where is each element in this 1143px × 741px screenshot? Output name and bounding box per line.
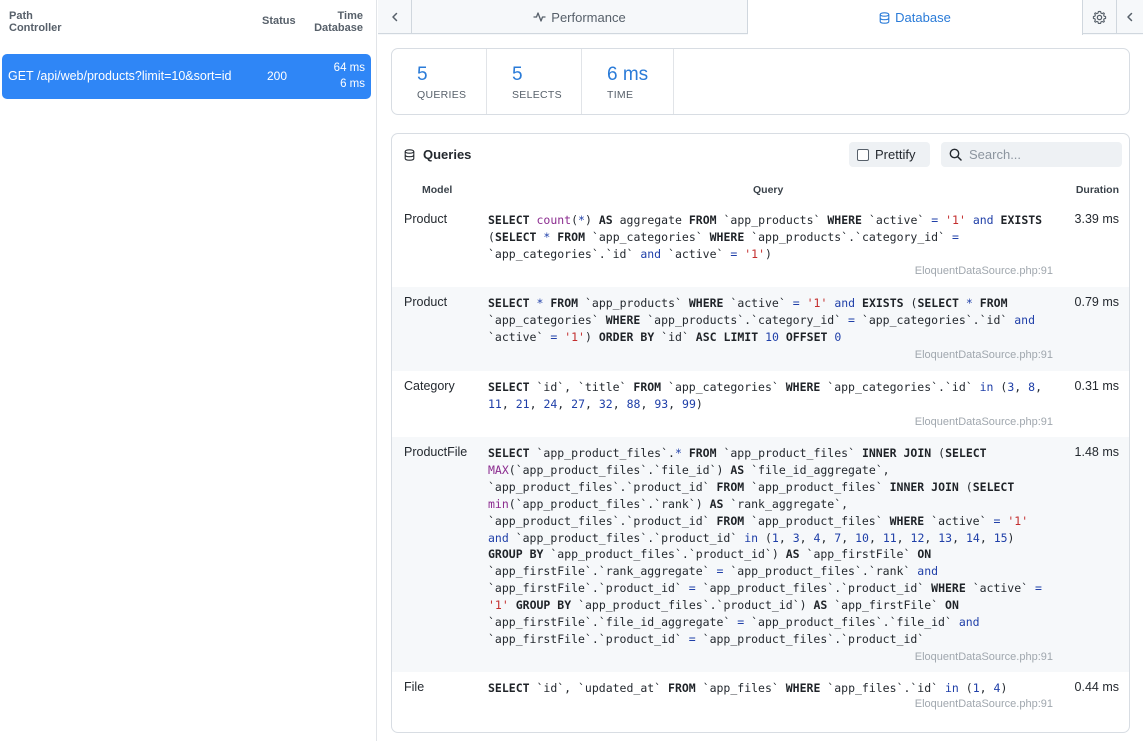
query-duration: 3.39 ms (1074, 212, 1119, 226)
database-icon (879, 11, 890, 24)
query-row: Product SELECT * FROM `app_products` WHE… (392, 287, 1129, 371)
query-duration: 0.44 ms (1074, 680, 1119, 694)
query-model: Product (404, 295, 448, 309)
stat-queries-label: QUERIES (417, 89, 467, 101)
queries-title: Queries (404, 147, 471, 162)
controller-label: Controller (9, 22, 62, 34)
database-label: Database (314, 22, 363, 34)
detail-pane: Performance Database 5 QUERIES 5 SELECTS… (378, 0, 1143, 741)
query-row: File SELECT `id`, `updated_at` FROM `app… (392, 672, 1129, 732)
activity-icon (533, 12, 546, 22)
query-source[interactable]: EloquentDataSource.php:91 (915, 416, 1053, 428)
chevron-left-icon (1127, 12, 1133, 22)
tab-performance-label: Performance (551, 9, 626, 25)
query-source[interactable]: EloquentDataSource.php:91 (915, 698, 1053, 710)
request-path: GET /api/web/products?limit=10&sort=id (8, 69, 232, 83)
chevron-left-icon (391, 12, 397, 22)
request-status: 200 (267, 69, 288, 83)
stat-selects: 5 SELECTS (487, 49, 582, 114)
query-column-header: Query (753, 184, 784, 196)
time-label: Time (337, 10, 363, 22)
query-duration: 0.79 ms (1074, 295, 1119, 309)
query-source[interactable]: EloquentDataSource.php:91 (915, 349, 1053, 361)
search-input[interactable] (969, 147, 1114, 162)
request-total-time: 64 ms (333, 62, 365, 74)
status-column-header: Status (262, 15, 296, 27)
queries-card: Queries Prettify Model Query Duration Pr… (391, 133, 1130, 733)
query-source[interactable]: EloquentDataSource.php:91 (915, 651, 1053, 663)
query-row: Product SELECT count(*) AS aggregate FRO… (392, 204, 1129, 287)
prettify-toggle[interactable]: Prettify (849, 142, 930, 167)
gear-icon (1092, 10, 1107, 24)
back-button[interactable] (378, 0, 412, 34)
database-icon (404, 148, 415, 161)
stat-queries: 5 QUERIES (392, 49, 487, 114)
app-window: Path Controller Status Time Database GET… (0, 0, 1143, 741)
prettify-checkbox[interactable] (857, 148, 869, 161)
request-times: 64 ms 6 ms (334, 60, 365, 92)
query-model: Category (404, 379, 455, 393)
stat-time-value: 6 ms (607, 64, 649, 85)
request-db-time: 6 ms (340, 78, 365, 90)
query-row: Category SELECT `id`, `title` FROM `app_… (392, 371, 1129, 437)
prettify-label: Prettify (875, 147, 916, 162)
query-duration: 1.48 ms (1074, 445, 1119, 459)
request-row[interactable]: GET /api/web/products?limit=10&sort=id 2… (2, 54, 371, 99)
requests-header: Path Controller Status Time Database (0, 0, 376, 44)
requests-pane: Path Controller Status Time Database GET… (0, 0, 377, 741)
path-column-header: Path Controller (9, 10, 62, 34)
query-sql: SELECT `id`, `title` FROM `app_categorie… (488, 380, 1049, 411)
search-icon (949, 148, 962, 161)
collapse-button[interactable] (1117, 0, 1143, 34)
path-label: Path (9, 10, 33, 22)
settings-button[interactable] (1083, 0, 1117, 34)
stat-queries-value: 5 (417, 64, 428, 85)
tab-database[interactable]: Database (748, 0, 1083, 35)
database-tab-content: 5 QUERIES 5 SELECTS 6 ms TIME Queries Pr… (378, 35, 1143, 741)
model-column-header: Model (422, 184, 453, 196)
stat-time-label: TIME (607, 89, 634, 101)
duration-column-header: Duration (1075, 184, 1119, 196)
stat-selects-label: SELECTS (512, 89, 562, 101)
query-model: File (404, 680, 425, 694)
query-sql: SELECT `app_product_files`.* FROM `app_p… (488, 446, 1042, 646)
query-model: Product (404, 212, 448, 226)
tab-database-label: Database (895, 10, 951, 25)
query-row: ProductFile SELECT `app_product_files`.*… (392, 437, 1129, 672)
tab-bar: Performance Database (378, 0, 1143, 35)
queries-column-headers: Model Query Duration (392, 182, 1129, 202)
queries-title-label: Queries (423, 147, 472, 162)
stat-selects-value: 5 (512, 64, 523, 85)
search-box[interactable] (941, 142, 1122, 167)
query-sql: SELECT `id`, `updated_at` FROM `app_file… (488, 681, 1008, 695)
query-sql: SELECT * FROM `app_products` WHERE `acti… (488, 296, 1042, 344)
stats-card: 5 QUERIES 5 SELECTS 6 ms TIME (391, 48, 1130, 115)
tab-performance[interactable]: Performance (412, 0, 748, 34)
query-sql: SELECT count(*) AS aggregate FROM `app_p… (488, 213, 1050, 261)
query-source[interactable]: EloquentDataSource.php:91 (915, 265, 1053, 277)
stat-time: 6 ms TIME (582, 49, 674, 114)
query-model: ProductFile (404, 445, 468, 459)
time-column-header: Time Database (314, 10, 363, 34)
query-duration: 0.31 ms (1074, 379, 1119, 393)
